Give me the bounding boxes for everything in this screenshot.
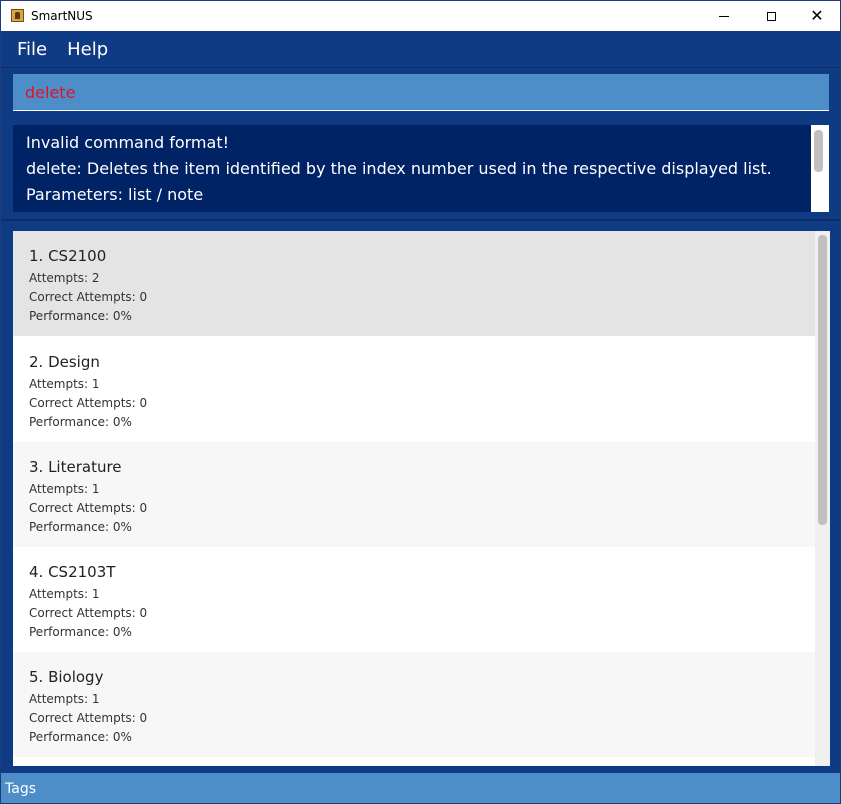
menu-bar: File Help: [1, 32, 840, 67]
result-scrollbar-thumb[interactable]: [814, 130, 823, 172]
list-item[interactable]: 2. Design Attempts: 1 Correct Attempts: …: [13, 337, 815, 442]
result-display: Invalid command format! delete: Deletes …: [13, 125, 829, 212]
card-performance: Performance: 0%: [29, 415, 132, 429]
card-correct-attempts: Correct Attempts: 0: [29, 606, 148, 620]
card-title: 1. CS2100: [29, 247, 107, 265]
list-item[interactable]: 5. Biology Attempts: 1 Correct Attempts:…: [13, 652, 815, 757]
menu-file[interactable]: File: [17, 39, 47, 60]
card-attempts: Attempts: 1: [29, 587, 100, 601]
list-panel-container: 1. CS2100 Attempts: 2 Correct Attempts: …: [1, 219, 840, 775]
card-performance: Performance: 0%: [29, 625, 132, 639]
command-input[interactable]: delete: [13, 74, 829, 111]
card-title: 3. Literature: [29, 458, 122, 476]
result-scrollbar[interactable]: [811, 125, 827, 212]
menu-help[interactable]: Help: [67, 39, 108, 60]
card-title: 4. CS2103T: [29, 563, 116, 581]
card-attempts: Attempts: 1: [29, 482, 100, 496]
app-icon: [11, 9, 24, 22]
card-performance: Performance: 0%: [29, 730, 132, 744]
card-performance: Performance: 0%: [29, 309, 132, 323]
status-bar: Tags: [1, 773, 840, 803]
list-item[interactable]: 4. CS2103T Attempts: 1 Correct Attempts:…: [13, 547, 815, 652]
command-box-container: delete: [1, 67, 840, 120]
app-window: SmartNUS ✕ File Help delete Invalid comm…: [0, 0, 841, 804]
list-item[interactable]: 3. Literature Attempts: 1 Correct Attemp…: [13, 442, 815, 547]
card-attempts: Attempts: 1: [29, 692, 100, 706]
close-button[interactable]: ✕: [794, 1, 840, 31]
result-line-parameters: Parameters: list / note: [26, 185, 204, 204]
minimize-button[interactable]: [701, 1, 747, 31]
card-correct-attempts: Correct Attempts: 0: [29, 501, 148, 515]
card-title: 5. Biology: [29, 668, 104, 686]
minimize-icon: [719, 15, 729, 17]
card-attempts: Attempts: 1: [29, 377, 100, 391]
result-line-error: Invalid command format!: [26, 133, 230, 152]
result-line-usage: delete: Deletes the item identified by t…: [26, 159, 772, 178]
maximize-button[interactable]: [748, 1, 794, 31]
close-icon: ✕: [810, 6, 824, 25]
quiz-list: 1. CS2100 Attempts: 2 Correct Attempts: …: [13, 231, 830, 766]
card-attempts: Attempts: 2: [29, 271, 100, 285]
maximize-icon: [766, 11, 776, 21]
card-correct-attempts: Correct Attempts: 0: [29, 396, 148, 410]
title-bar[interactable]: SmartNUS ✕: [1, 1, 840, 31]
list-scrollbar-thumb[interactable]: [818, 235, 827, 525]
list-scrollbar[interactable]: [815, 231, 830, 766]
result-display-container: Invalid command format! delete: Deletes …: [1, 119, 840, 219]
window-title: SmartNUS: [31, 9, 93, 23]
card-correct-attempts: Correct Attempts: 0: [29, 711, 148, 725]
card-title: 2. Design: [29, 353, 100, 371]
card-correct-attempts: Correct Attempts: 0: [29, 290, 148, 304]
card-performance: Performance: 0%: [29, 520, 132, 534]
list-item[interactable]: 1. CS2100 Attempts: 2 Correct Attempts: …: [13, 231, 815, 336]
